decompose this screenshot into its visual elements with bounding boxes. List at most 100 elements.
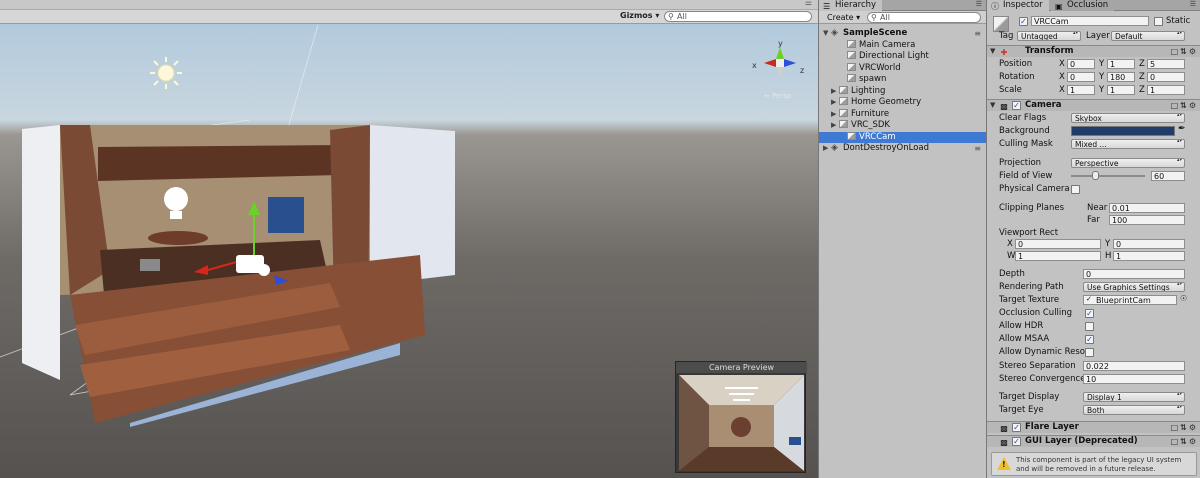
object-name-field[interactable]: VRCCam bbox=[1031, 16, 1149, 26]
hierarchy-item[interactable]: Main Camera bbox=[819, 39, 987, 51]
culling-mask-label: Culling Mask bbox=[999, 139, 1053, 149]
eyedropper-icon[interactable]: ✒ bbox=[1178, 124, 1186, 134]
component-menu-icons[interactable]: □⇅⚙ bbox=[1171, 100, 1198, 111]
active-checkbox[interactable]: ✓ bbox=[1019, 17, 1028, 26]
gui-layer-header[interactable]: ▩ ✓ GUI Layer (Deprecated) □⇅⚙ bbox=[987, 435, 1200, 447]
hierarchy-panel: ☰ Hierarchy ☰ Create ▾ ⚲ All ▼ ◈ SampleScen… bbox=[818, 0, 987, 478]
hierarchy-item[interactable]: ▶ VRC_SDK bbox=[819, 120, 987, 131]
chevron-down-icon: ▾ bbox=[655, 11, 660, 20]
hierarchy-item-label: Home Geometry bbox=[851, 97, 922, 107]
scale-y-field[interactable]: 1 bbox=[1107, 85, 1135, 95]
scene-view[interactable]: ☰ Gizmos ▾ ⚲ All y x z ← Persp Camera Pr… bbox=[0, 0, 818, 478]
panel-menu-icon[interactable]: ☰ bbox=[976, 0, 982, 8]
component-menu-icons[interactable]: □⇅⚙ bbox=[1171, 46, 1198, 57]
gameobject-icon bbox=[839, 108, 848, 117]
allow-dynamic-resolution-checkbox[interactable] bbox=[1085, 348, 1094, 357]
stereo-convergence-field[interactable]: 10 bbox=[1083, 374, 1185, 384]
axis-label-x: x bbox=[752, 61, 757, 70]
stereo-separation-field[interactable]: 0.022 bbox=[1083, 361, 1185, 371]
viewport-w-field[interactable]: 1 bbox=[1015, 251, 1101, 261]
camera-header[interactable]: ▼ ▩ ✓ Camera □⇅⚙ bbox=[987, 99, 1200, 111]
hierarchy-item-label: Directional Light bbox=[859, 51, 929, 61]
hierarchy-item[interactable]: ▶ Home Geometry bbox=[819, 97, 987, 108]
hierarchy-search-input[interactable]: ⚲ All bbox=[867, 12, 981, 23]
viewport-h-field[interactable]: 1 bbox=[1113, 251, 1185, 261]
rendering-path-label: Rendering Path bbox=[999, 282, 1064, 292]
panel-menu-icon[interactable]: ☰ bbox=[805, 0, 812, 7]
fov-slider-thumb[interactable] bbox=[1092, 171, 1100, 180]
hierarchy-item[interactable]: ▶ ◈ DontDestroyOnLoad ≡ bbox=[819, 143, 987, 154]
foldout-arrow-icon[interactable]: ▶ bbox=[831, 97, 839, 108]
gizmos-dropdown[interactable]: Gizmos ▾ bbox=[620, 11, 659, 20]
occlusion-culling-checkbox[interactable]: ✓ bbox=[1085, 309, 1094, 318]
hierarchy-item[interactable]: VRCWorld bbox=[819, 62, 987, 74]
flare-layer-header[interactable]: ▩ ✓ Flare Layer □⇅⚙ bbox=[987, 421, 1200, 433]
clear-flags-dropdown[interactable]: Skybox bbox=[1071, 113, 1185, 123]
background-color-field[interactable] bbox=[1071, 126, 1175, 136]
tag-dropdown[interactable]: Untagged bbox=[1017, 31, 1081, 41]
allow-hdr-checkbox[interactable] bbox=[1085, 322, 1094, 331]
rotation-z-field[interactable]: 0 bbox=[1147, 72, 1185, 82]
depth-field[interactable]: 0 bbox=[1083, 269, 1185, 279]
hierarchy-item-label: spawn bbox=[859, 74, 887, 84]
target-eye-dropdown[interactable]: Both bbox=[1083, 405, 1185, 415]
component-menu-icons[interactable]: □⇅⚙ bbox=[1171, 422, 1198, 433]
foldout-arrow-icon[interactable]: ▶ bbox=[831, 120, 839, 131]
hierarchy-item[interactable]: ▶ Furniture bbox=[819, 108, 987, 120]
foldout-arrow-icon[interactable]: ▶ bbox=[831, 109, 839, 120]
hierarchy-item[interactable]: Directional Light bbox=[819, 51, 987, 62]
fov-field[interactable]: 60 bbox=[1151, 171, 1185, 181]
hierarchy-item[interactable]: ▼ ◈ SampleScene ≡ bbox=[819, 28, 987, 39]
hierarchy-item-label: Lighting bbox=[851, 85, 886, 96]
viewport-y-field[interactable]: 0 bbox=[1113, 239, 1185, 249]
physical-camera-checkbox[interactable] bbox=[1071, 185, 1080, 194]
fov-slider-track[interactable] bbox=[1071, 175, 1145, 177]
hierarchy-item[interactable]: spawn bbox=[819, 74, 987, 85]
create-button[interactable]: Create ▾ bbox=[827, 12, 860, 23]
position-z-field[interactable]: 5 bbox=[1147, 59, 1185, 69]
scale-y-label: Y bbox=[1099, 85, 1105, 95]
tab-inspector[interactable]: ⓘ Inspector bbox=[987, 0, 1049, 11]
viewport-x-field[interactable]: 0 bbox=[1015, 239, 1101, 249]
tab-hierarchy[interactable]: ☰ Hierarchy bbox=[819, 0, 883, 11]
camera-enabled-checkbox[interactable]: ✓ bbox=[1012, 101, 1021, 110]
allow-msaa-checkbox[interactable]: ✓ bbox=[1085, 335, 1094, 344]
target-texture-field[interactable]: ✓ BlueprintCam bbox=[1083, 295, 1177, 305]
layer-dropdown[interactable]: Default bbox=[1111, 31, 1185, 41]
scene-menu-icon[interactable]: ≡ bbox=[974, 143, 981, 154]
home-geometry[interactable] bbox=[22, 125, 455, 427]
flare-layer-checkbox[interactable]: ✓ bbox=[1012, 423, 1021, 432]
rendering-path-dropdown[interactable]: Use Graphics Settings bbox=[1083, 282, 1185, 292]
scene-menu-icon[interactable]: ≡ bbox=[974, 28, 981, 39]
position-x-field[interactable]: 0 bbox=[1067, 59, 1095, 69]
scale-x-field[interactable]: 1 bbox=[1067, 85, 1095, 95]
rotation-x-field[interactable]: 0 bbox=[1067, 72, 1095, 82]
near-field[interactable]: 0.01 bbox=[1109, 203, 1185, 213]
target-display-dropdown[interactable]: Display 1 bbox=[1083, 392, 1185, 402]
directional-light-icon[interactable] bbox=[150, 57, 182, 89]
scene-orientation-gizmo[interactable]: y x z bbox=[752, 39, 804, 79]
gizmos-label: Gizmos bbox=[620, 11, 653, 20]
scale-z-field[interactable]: 1 bbox=[1147, 85, 1185, 95]
gameobject-icon bbox=[847, 51, 856, 59]
hierarchy-item[interactable]: VRCCam bbox=[819, 131, 987, 143]
far-field[interactable]: 100 bbox=[1109, 215, 1185, 225]
tab-occlusion[interactable]: ▣ Occlusion bbox=[1051, 0, 1115, 11]
scene-search-input[interactable]: ⚲ All bbox=[664, 11, 812, 22]
culling-mask-dropdown[interactable]: Mixed ... bbox=[1071, 139, 1185, 149]
static-checkbox[interactable] bbox=[1154, 17, 1163, 26]
rotation-y-field[interactable]: 180 bbox=[1107, 72, 1135, 82]
hierarchy-item[interactable]: ▶ Lighting bbox=[819, 85, 987, 97]
inspector-tab-bar: ⓘ Inspector ▣ Occlusion ☰ bbox=[987, 0, 1200, 11]
gui-layer-checkbox[interactable]: ✓ bbox=[1012, 437, 1021, 446]
panel-menu-icon[interactable]: ☰ bbox=[1190, 0, 1196, 8]
component-menu-icons[interactable]: □⇅⚙ bbox=[1171, 436, 1198, 447]
position-y-field[interactable]: 1 bbox=[1107, 59, 1135, 69]
projection-dropdown[interactable]: Perspective bbox=[1071, 158, 1185, 168]
foldout-arrow-icon[interactable]: ▶ bbox=[831, 86, 839, 97]
transform-header[interactable]: ▼ ✚ Transform □⇅⚙ bbox=[987, 45, 1200, 57]
foldout-arrow-icon[interactable]: ▼ bbox=[823, 28, 831, 39]
persp-label[interactable]: ← Persp bbox=[764, 92, 792, 100]
object-picker-icon[interactable]: ☉ bbox=[1180, 294, 1187, 303]
foldout-arrow-icon[interactable]: ▶ bbox=[823, 143, 831, 154]
